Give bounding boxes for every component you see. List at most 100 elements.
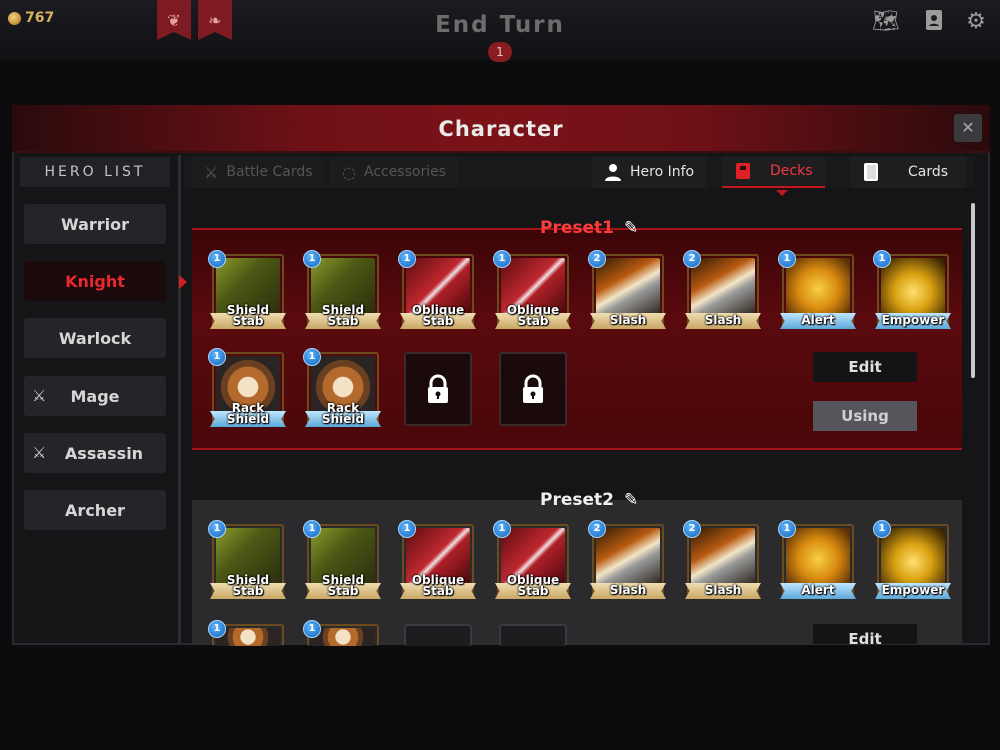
empower-card-art-icon [881,528,945,590]
hero-label: Warlock [58,328,132,348]
card-count-badge: 1 [778,520,796,538]
card-count-badge: 2 [683,520,701,538]
hero-item-mage[interactable]: ⚔ Mage [24,376,166,416]
card-name: Slash [704,313,742,327]
card-name: Slash [704,583,742,597]
active-tab-pointer-icon [776,190,788,196]
slash-card-art-icon [691,528,755,590]
tab-battle-cards[interactable]: ⚔ Battle Cards [192,156,325,188]
deck-card-shield-stab[interactable]: 1 Shield Stab [303,520,381,599]
card-name-line2: Stab [517,584,549,598]
preset2-edit-button[interactable]: Edit [813,624,917,644]
deck-card-shield-stab[interactable]: 1 Shield Stab [303,250,381,329]
locked-card-slot[interactable] [499,624,567,646]
card-count-badge: 1 [303,250,321,268]
profile-book-icon[interactable] [920,8,948,36]
hero-label: Archer [65,500,125,520]
card-count-badge: 1 [303,348,321,366]
card-count-badge: 1 [208,250,226,268]
padlock-icon [523,374,543,403]
crossed-swords-lock-icon: ⚔ [32,443,47,462]
tab-label: Hero Info [630,164,695,180]
deck-card-shield-stab[interactable]: 1 Shield Stab [208,520,286,599]
ring-icon: ◌ [342,162,356,182]
hero-item-assassin[interactable]: ⚔ Assassin [24,433,166,473]
deck-card-rack-shield[interactable]: 1 [208,620,284,646]
close-icon[interactable]: ✕ [954,114,982,142]
card-count-badge: 1 [303,620,321,638]
card-name-line2: Stab [422,314,454,328]
card-name-line2: Stab [232,314,264,328]
pencil-edit-icon[interactable]: ✎ [624,490,638,510]
card-name: Alert [801,313,835,327]
card-name: Empower [881,583,945,597]
card-name: Alert [801,583,835,597]
preset1-edit-button[interactable]: Edit [813,352,917,382]
deck-card-oblique-stab[interactable]: 1 Oblique Stab [493,250,571,329]
card-count-badge: 1 [778,250,796,268]
tab-hero-info[interactable]: Hero Info [592,156,707,188]
slash-card-art-icon [596,528,660,590]
scrollbar[interactable] [971,203,975,378]
card-icon [864,163,878,181]
hero-item-archer[interactable]: Archer [24,490,166,530]
deck-card-empower[interactable]: 1 Empower [873,520,951,599]
hero-item-warrior[interactable]: Warrior [24,204,166,244]
pencil-edit-icon[interactable]: ✎ [624,218,638,238]
deck-card-alert[interactable]: 1 Alert [778,250,856,329]
card-count-badge: 1 [303,520,321,538]
slash-card-art-icon [691,258,755,320]
alert-card-art-icon [786,528,850,590]
hero-label: Mage [70,386,120,406]
settings-gear-icon[interactable]: ⚙ [962,8,990,36]
tab-accessories[interactable]: ◌ Accessories [330,156,459,188]
card-count-badge: 1 [208,520,226,538]
deck-card-empower[interactable]: 1 Empower [873,250,951,329]
end-turn-button[interactable]: End Turn [420,12,580,38]
deck-card-rack-shield[interactable]: 1 Rack Shield [208,348,286,427]
deck-card-slash[interactable]: 2 Slash [588,520,666,599]
crossed-swords-lock-icon: ⚔ [32,386,47,405]
person-icon [605,164,621,181]
card-name-line2: Shield [226,412,270,426]
gold-amount: 767 [25,10,55,26]
deck-icon [736,163,750,179]
map-icon[interactable]: 🗺 [872,8,900,36]
locked-card-slot[interactable] [499,352,567,426]
card-name-line2: Stab [517,314,549,328]
tab-cards[interactable]: Cards [850,156,966,188]
deck-card-oblique-stab[interactable]: 1 Oblique Stab [398,520,476,599]
turn-counter-badge: 1 [488,42,512,62]
deck-card-rack-shield[interactable]: 1 [303,620,379,646]
deck-card-oblique-stab[interactable]: 1 Oblique Stab [398,250,476,329]
hero-item-warlock[interactable]: Warlock [24,318,166,358]
card-count-badge: 1 [873,250,891,268]
coin-icon [8,11,21,25]
locked-card-slot[interactable] [404,624,472,646]
card-name: Empower [881,313,945,327]
card-name: Slash [609,313,647,327]
hero-label: Assassin [64,443,144,463]
preset1-using-button[interactable]: Using [813,401,917,431]
slash-card-art-icon [596,258,660,320]
tab-decks[interactable]: Decks [722,156,825,188]
deck-card-shield-stab[interactable]: 1 Shield Stab [208,250,286,329]
deck-card-slash[interactable]: 2 Slash [683,250,761,329]
card-count-badge: 1 [208,620,226,638]
deck-card-slash[interactable]: 2 Slash [683,520,761,599]
locked-card-slot[interactable] [404,352,472,426]
deck-card-alert[interactable]: 1 Alert [778,520,856,599]
deck-card-oblique-stab[interactable]: 1 Oblique Stab [493,520,571,599]
tab-label: Battle Cards [226,164,313,180]
padlock-icon [428,374,448,403]
deck-card-slash[interactable]: 2 Slash [588,250,666,329]
crossed-swords-icon: ⚔ [204,162,219,182]
card-name-line2: Stab [327,584,359,598]
preset1-title: Preset1 ✎ [540,218,638,238]
hero-item-knight[interactable]: Knight [24,261,166,301]
card-count-badge: 1 [398,250,416,268]
deck-card-rack-shield[interactable]: 1 Rack Shield [303,348,381,427]
card-count-badge: 1 [493,250,511,268]
card-count-badge: 1 [873,520,891,538]
card-count-badge: 1 [493,520,511,538]
